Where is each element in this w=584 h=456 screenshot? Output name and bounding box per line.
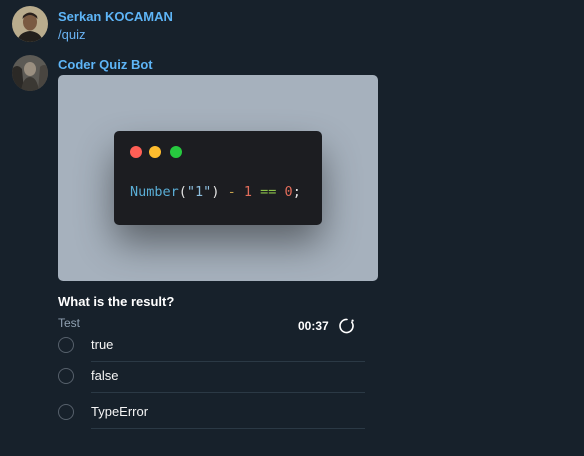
user-avatar[interactable] [12, 6, 48, 42]
option-label: false [91, 368, 119, 383]
quiz-option[interactable]: false [58, 362, 368, 393]
divider [91, 428, 365, 429]
code-window: Number("1") - 1 == 0; [114, 131, 322, 225]
code-token: == [260, 184, 277, 200]
code-token: - [227, 184, 236, 200]
message-user: Serkan KOCAMAN /quiz [0, 0, 584, 50]
radio-button[interactable] [58, 404, 74, 420]
code-token: "1" [186, 184, 212, 200]
maximize-dot-icon [170, 146, 182, 158]
code-token: 1 [243, 184, 252, 200]
code-token: 0 [284, 184, 293, 200]
code-token: ( [178, 184, 187, 200]
code-token: ) [211, 184, 228, 200]
code-snippet-image[interactable]: Number("1") - 1 == 0; [58, 75, 378, 281]
bot-avatar[interactable] [12, 55, 48, 91]
divider [91, 392, 365, 393]
quiz-option[interactable]: TypeError [58, 398, 368, 429]
radio-button[interactable] [58, 368, 74, 384]
quiz-option[interactable]: true [58, 331, 368, 362]
code-line: Number("1") - 1 == 0; [130, 184, 301, 200]
message-text[interactable]: /quiz [58, 27, 85, 42]
code-token: Number [130, 184, 179, 200]
minimize-dot-icon [149, 146, 161, 158]
option-label: TypeError [91, 404, 149, 419]
sender-name[interactable]: Coder Quiz Bot [58, 57, 153, 72]
quiz-question: What is the result? [58, 294, 175, 309]
close-dot-icon [130, 146, 142, 158]
radio-button[interactable] [58, 337, 74, 353]
sender-name[interactable]: Serkan KOCAMAN [58, 9, 173, 24]
quiz-type-label: Test [58, 316, 81, 330]
code-token: ; [292, 184, 301, 200]
option-label: true [91, 337, 114, 352]
